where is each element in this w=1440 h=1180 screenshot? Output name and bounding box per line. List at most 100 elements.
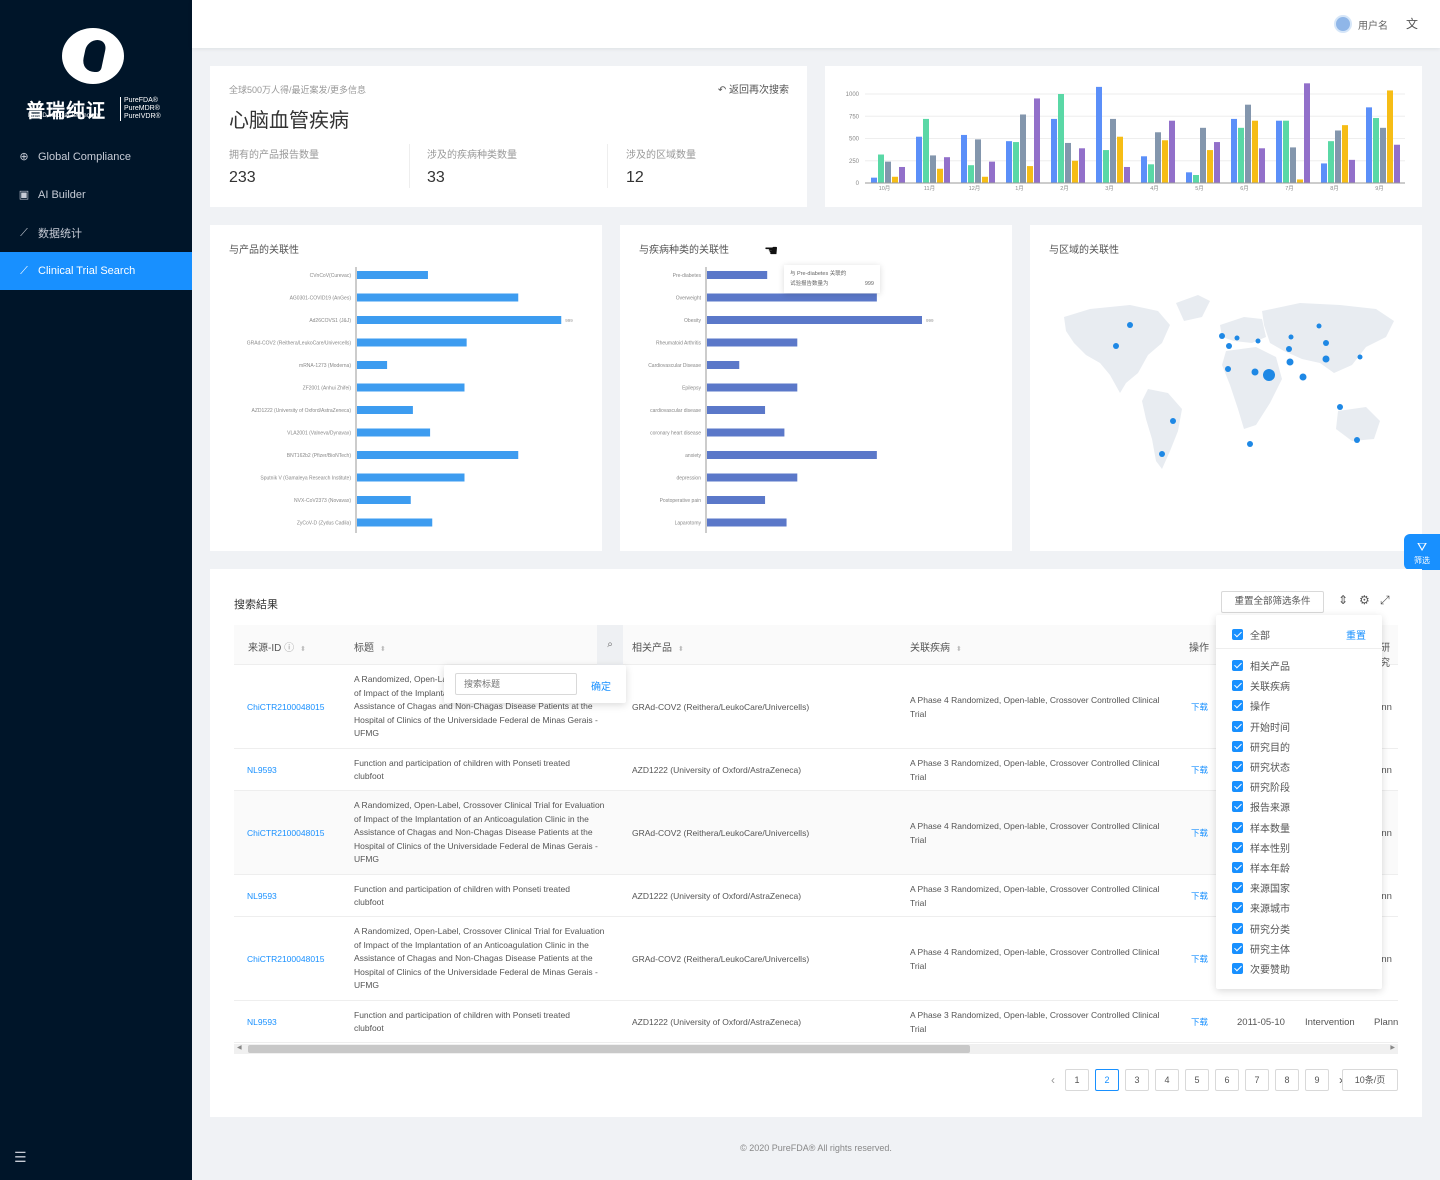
scroll-right-icon[interactable]: ▶ — [1390, 1044, 1395, 1051]
bar — [1117, 136, 1123, 183]
fullscreen-icon[interactable]: ⤢ — [1380, 593, 1390, 608]
column-toggle[interactable]: 研究主体 — [1232, 941, 1290, 956]
page-9-button[interactable]: 9 — [1305, 1069, 1329, 1091]
bar — [707, 293, 877, 302]
col-product[interactable]: 相关产品 ⬍ — [632, 639, 684, 654]
divider — [1216, 648, 1382, 649]
column-toggle[interactable]: 样本年龄 — [1232, 860, 1290, 875]
bar — [707, 428, 785, 437]
line-chart-icon: ⟋ — [20, 227, 28, 239]
bar — [707, 338, 798, 347]
page-7-button[interactable]: 7 — [1245, 1069, 1269, 1091]
column-toggle[interactable]: 报告来源 — [1232, 799, 1290, 814]
page-1-button[interactable]: 1 — [1065, 1069, 1089, 1091]
bar — [1162, 140, 1168, 183]
column-toggle[interactable]: 相关产品 — [1232, 658, 1290, 673]
source-id-link[interactable]: NL9593 — [247, 764, 277, 778]
sort-icon[interactable]: ⬍ — [380, 646, 386, 653]
column-toggle[interactable]: 研究阶段 — [1232, 779, 1290, 794]
search-confirm-button[interactable]: 确定 — [591, 678, 611, 693]
settings-icon[interactable]: ⚙ — [1359, 593, 1370, 607]
download-link[interactable]: 下载 — [1191, 953, 1208, 967]
sidebar-item-global-compliance[interactable]: ⊕ Global Compliance — [0, 138, 192, 176]
y-tick-label: 250 — [849, 159, 860, 165]
col-source-id[interactable]: 来源-ID ⓘ ⬍ — [248, 639, 306, 654]
sort-icon[interactable]: ⬍ — [300, 646, 306, 653]
column-toggle[interactable]: 样本数量 — [1232, 820, 1290, 835]
page-6-button[interactable]: 6 — [1215, 1069, 1239, 1091]
bar — [1096, 86, 1102, 183]
column-toggle[interactable]: 研究状态 — [1232, 759, 1290, 774]
sidebar-item-statistics[interactable]: ⟋ 数据统计 — [0, 214, 192, 252]
page-8-button[interactable]: 8 — [1275, 1069, 1299, 1091]
page-4-button[interactable]: 4 — [1155, 1069, 1179, 1091]
bar — [357, 473, 465, 482]
y-tick-label: 0 — [856, 181, 860, 187]
col-title[interactable]: 标题 ⬍ — [354, 639, 386, 654]
page-3-button[interactable]: 3 — [1125, 1069, 1149, 1091]
search-icon[interactable]: ⌕ — [597, 625, 623, 665]
page-2-button[interactable]: 2 — [1095, 1069, 1119, 1091]
column-height-icon[interactable]: ⇕ — [1338, 593, 1348, 607]
back-search-button[interactable]: ↶ 返回再次搜索 — [718, 81, 789, 96]
column-toggle[interactable]: 关联疾病 — [1232, 678, 1290, 693]
download-link[interactable]: 下载 — [1191, 890, 1208, 904]
column-toggle[interactable]: 来源国家 — [1232, 880, 1290, 895]
column-toggle[interactable]: 开始时间 — [1232, 719, 1290, 734]
bar — [1276, 120, 1282, 183]
x-tick-label: 10月 — [879, 185, 891, 192]
download-link[interactable]: 下载 — [1191, 701, 1208, 715]
column-toggle[interactable]: 次要赞助 — [1232, 961, 1290, 976]
sidebar-item-clinical-trial-search[interactable]: ⟋ Clinical Trial Search — [0, 252, 192, 290]
sidebar-item-label: Global Compliance — [38, 151, 131, 163]
bar — [357, 518, 433, 527]
sidebar-item-ai-builder[interactable]: ▣ AI Builder — [0, 176, 192, 214]
horizontal-scrollbar[interactable]: ◀ ▶ — [234, 1044, 1398, 1054]
start-date: 2011-05-10 — [1237, 1017, 1285, 1028]
source-id-link[interactable]: ChiCTR2100048015 — [247, 953, 325, 967]
col-disease[interactable]: 关联疾病 ⬍ — [910, 639, 962, 654]
column-toggle-all[interactable]: 全部 — [1232, 627, 1270, 642]
download-link[interactable]: 下载 — [1191, 1016, 1208, 1030]
column-reset-button[interactable]: 重置 — [1346, 627, 1366, 642]
checkbox-checked-icon — [1232, 963, 1243, 974]
download-link[interactable]: 下载 — [1191, 827, 1208, 841]
column-toggle[interactable]: 来源城市 — [1232, 900, 1290, 915]
summary-subtitle: 全球500万人得/最近案发/更多信息 — [229, 85, 367, 95]
column-toggle[interactable]: 研究目的 — [1232, 739, 1290, 754]
source-id-link[interactable]: ChiCTR2100048015 — [247, 701, 325, 715]
help-icon: ⓘ — [284, 643, 295, 654]
bar — [707, 316, 922, 324]
column-toggle[interactable]: 研究分类 — [1232, 921, 1290, 936]
y-tick-label: 1000 — [846, 92, 860, 98]
page-5-button[interactable]: 5 — [1185, 1069, 1209, 1091]
globe-icon: ⊕ — [19, 151, 29, 163]
title-search-input[interactable] — [455, 673, 577, 695]
y-tick-label: cardiovascular disease — [650, 408, 701, 414]
checkbox-checked-icon — [1232, 922, 1243, 934]
page-size-select[interactable]: 10条/页 — [1342, 1069, 1398, 1091]
reset-filters-button[interactable]: 重置全部筛选条件 — [1221, 591, 1324, 613]
bar — [1252, 120, 1258, 183]
source-id-link[interactable]: NL9593 — [247, 1016, 277, 1030]
user-menu[interactable]: 用户名 — [1334, 15, 1388, 33]
filter-tab-button[interactable]: ⛛ 筛选 — [1404, 534, 1440, 570]
bar — [707, 361, 740, 369]
table-row[interactable]: NL9593 Function and participation of chil… — [234, 1001, 1398, 1043]
scroll-left-icon[interactable]: ◀ — [237, 1044, 242, 1051]
study-type: Intervention — [1305, 1017, 1355, 1028]
source-id-link[interactable]: NL9593 — [247, 890, 277, 904]
scrollbar-thumb[interactable] — [248, 1045, 970, 1053]
sort-icon[interactable]: ⬍ — [956, 646, 962, 653]
column-toggle[interactable]: 操作 — [1232, 698, 1270, 713]
logo-subtitle: PureID Medical Technology — [28, 113, 101, 119]
menu-collapse-icon[interactable]: ☰ — [14, 1149, 27, 1166]
source-id-link[interactable]: ChiCTR2100048015 — [247, 827, 325, 841]
prev-page-icon[interactable]: ‹ — [1047, 1073, 1059, 1087]
column-toggle[interactable]: 样本性别 — [1232, 840, 1290, 855]
monthly-chart-card: 0 250 500 750 1000 10月 11月 12月 1月 2月 3月 4月 5月 6月 7月 8月 9… — [825, 66, 1422, 207]
y-tick-label: Cardiovascular Disease — [648, 363, 701, 369]
sort-icon[interactable]: ⬍ — [678, 646, 684, 653]
download-link[interactable]: 下载 — [1191, 764, 1208, 778]
translate-icon[interactable]: 文 — [1406, 15, 1418, 32]
